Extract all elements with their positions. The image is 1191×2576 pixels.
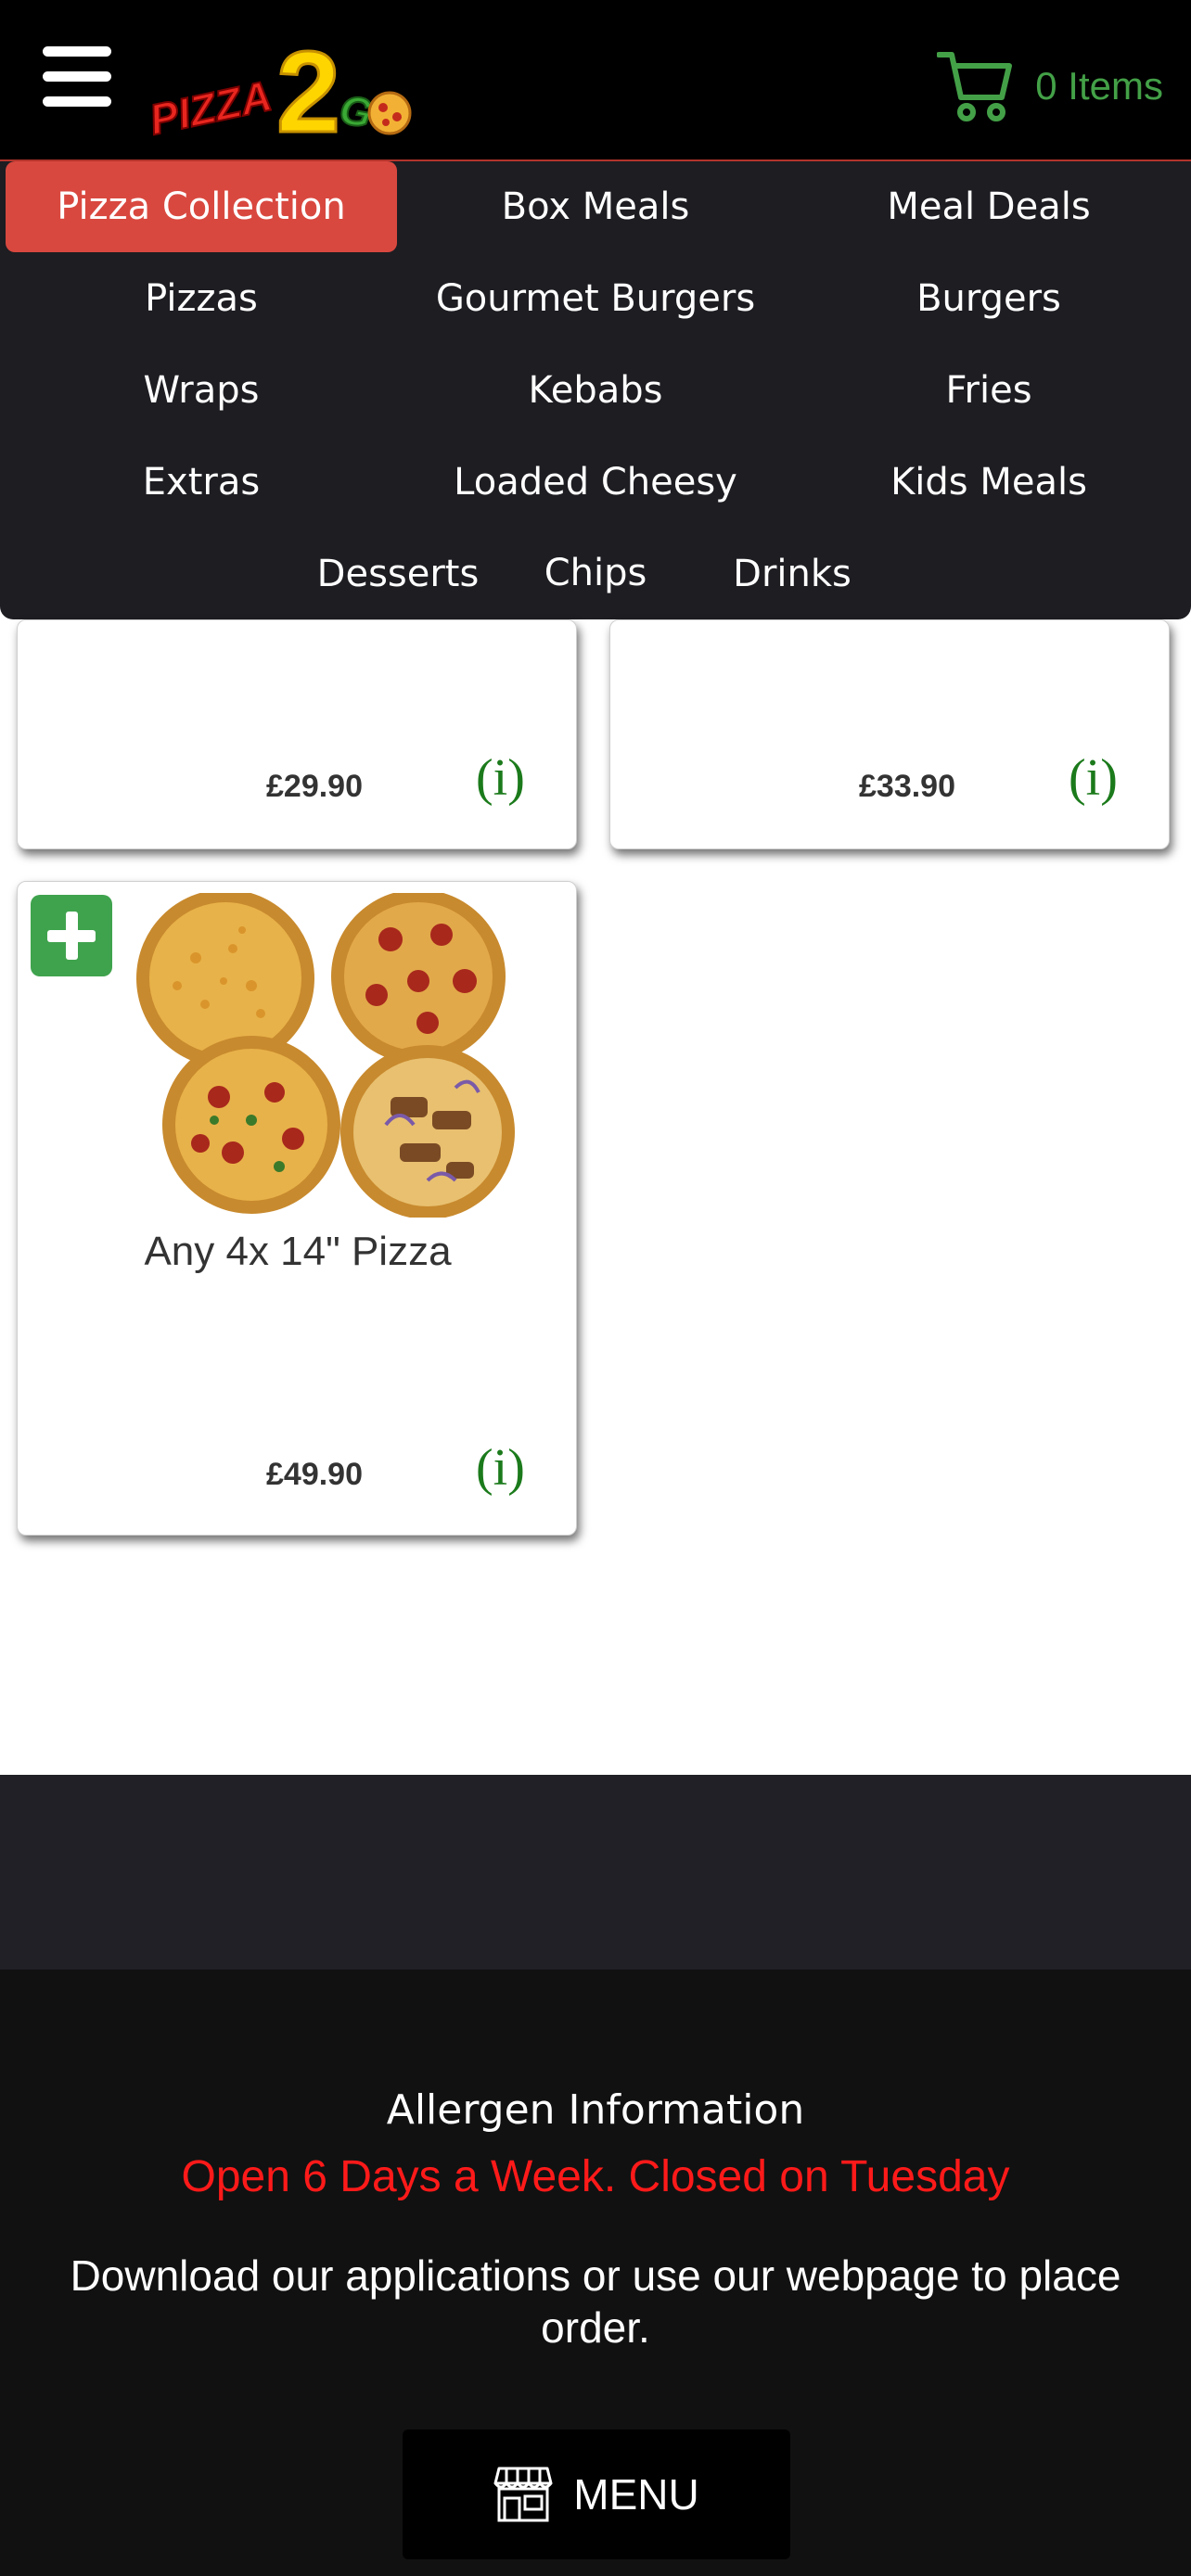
product-price: £33.90 xyxy=(859,769,955,804)
logo-pizza-icon xyxy=(367,91,412,135)
category-gourmet-burgers[interactable]: Gourmet Burgers xyxy=(400,253,791,344)
hamburger-bar xyxy=(43,96,111,107)
category-pizza-collection[interactable]: Pizza Collection xyxy=(6,161,397,252)
allergen-info-link[interactable]: Allergen Information xyxy=(0,2086,1191,2134)
category-wraps[interactable]: Wraps xyxy=(6,345,397,436)
pizza2go-logo[interactable]: PIZZA 2 G xyxy=(147,22,416,147)
info-button[interactable]: (i) xyxy=(1069,748,1118,808)
footer-banner xyxy=(0,1775,1191,1970)
hamburger-bar xyxy=(43,71,111,82)
product-card[interactable]: £33.90 (i) xyxy=(609,619,1170,849)
product-card[interactable]: £29.90 (i) xyxy=(17,619,577,849)
category-pizzas[interactable]: Pizzas xyxy=(6,253,397,344)
store-icon xyxy=(493,2467,553,2522)
header: PIZZA 2 G 0 Items xyxy=(0,0,1191,161)
pizza-product-image xyxy=(136,893,515,1218)
product-price: £29.90 xyxy=(266,769,363,804)
info-button[interactable]: (i) xyxy=(476,748,525,808)
category-extras[interactable]: Extras xyxy=(6,437,397,528)
category-drinks[interactable]: Drinks xyxy=(596,529,988,619)
logo-two: 2 xyxy=(276,29,340,147)
hamburger-bar xyxy=(43,46,111,57)
category-desserts[interactable]: Desserts xyxy=(202,529,594,619)
download-text: Download our applications or use our web… xyxy=(70,2251,1121,2352)
cart-count: 0 Items xyxy=(1035,64,1163,108)
category-kebabs[interactable]: Kebabs xyxy=(400,345,791,436)
category-burgers[interactable]: Burgers xyxy=(793,253,1185,344)
category-loaded-cheesy-chips[interactable]: Loaded Cheesy Chips xyxy=(400,437,791,594)
category-meal-deals[interactable]: Meal Deals xyxy=(793,161,1185,252)
product-name: Any 4x 14" Pizza xyxy=(144,1229,452,1274)
add-to-cart-button[interactable] xyxy=(31,895,112,976)
logo-text: PIZZA xyxy=(147,71,275,144)
cart-button[interactable]: 0 Items xyxy=(937,45,1163,128)
category-box-meals[interactable]: Box Meals xyxy=(400,161,791,252)
cart-icon xyxy=(937,52,1013,121)
menu-button[interactable]: MENU xyxy=(403,2429,790,2559)
opening-notice: Open 6 Days a Week. Closed on Tuesday xyxy=(181,2152,1010,2201)
hamburger-icon[interactable] xyxy=(43,46,111,107)
product-price: £49.90 xyxy=(266,1457,363,1492)
product-card[interactable]: Any 4x 14" Pizza £49.90 (i) xyxy=(17,881,577,1536)
info-button[interactable]: (i) xyxy=(476,1438,525,1498)
category-menu: Pizza Collection Box Meals Meal Deals Pi… xyxy=(0,161,1191,619)
menu-button-label: MENU xyxy=(573,2470,699,2519)
category-fries[interactable]: Fries xyxy=(793,345,1185,436)
category-kids-meals[interactable]: Kids Meals xyxy=(793,437,1185,528)
